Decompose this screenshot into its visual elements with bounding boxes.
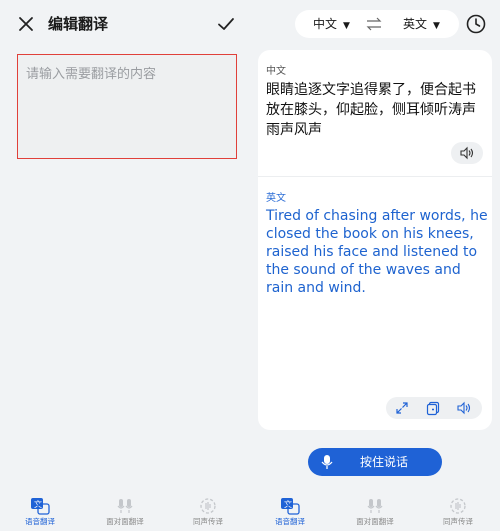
- source-label: 中文: [266, 66, 286, 77]
- source-language-dropdown[interactable]: 中文 ▼: [313, 10, 350, 38]
- voice-translate-icon: 文: [281, 498, 300, 515]
- speaker-icon[interactable]: [456, 400, 472, 416]
- nav-voice-translate[interactable]: 文 语音翻译: [255, 494, 325, 531]
- translation-input[interactable]: [18, 55, 236, 158]
- edit-translation-pane: 编辑翻译 文 语音翻译 面对面翻译: [0, 0, 250, 531]
- face-to-face-icon: [117, 499, 133, 513]
- target-toolbar: [386, 397, 482, 419]
- face-to-face-icon: [367, 499, 383, 513]
- nav-label: 同声传译: [443, 517, 473, 526]
- target-language-dropdown[interactable]: 英文 ▼: [403, 10, 440, 38]
- source-text: 眼睛追逐文字追得累了，便合起书放在膝头，仰起脸，侧耳倾听涛声雨声风声: [266, 82, 476, 138]
- source-language-label: 中文: [313, 17, 338, 31]
- source-speak-button[interactable]: [451, 142, 483, 164]
- confirm-check-icon[interactable]: [214, 12, 238, 36]
- nav-face-to-face[interactable]: 面对面翻译: [340, 494, 410, 531]
- swap-languages-icon[interactable]: [365, 16, 383, 32]
- hold-to-talk-button[interactable]: 按住说话: [308, 448, 442, 476]
- target-text: Tired of chasing after words, he closed …: [266, 208, 488, 296]
- nav-face-to-face[interactable]: 面对面翻译: [90, 494, 160, 531]
- simultaneous-icon: [200, 498, 216, 514]
- nav-label: 同声传译: [193, 517, 223, 526]
- simultaneous-icon: [450, 498, 466, 514]
- nav-simultaneous[interactable]: 同声传译: [173, 494, 243, 531]
- target-language-label: 英文: [403, 17, 428, 31]
- history-icon[interactable]: [464, 12, 488, 36]
- expand-icon[interactable]: [394, 400, 410, 416]
- bottom-nav-right: 文 语音翻译 面对面翻译 同声传译: [250, 494, 500, 531]
- edit-header: 编辑翻译: [0, 0, 250, 48]
- hold-to-talk-label: 按住说话: [360, 455, 409, 469]
- voice-translate-icon: 文: [31, 498, 50, 515]
- nav-label: 面对面翻译: [106, 517, 144, 526]
- translation-result-pane: 中文 ▼ 英文 ▼ 中文 眼睛追逐文字追得累了，便合起书放在膝头，仰起脸，侧耳倾听涛…: [250, 0, 500, 531]
- nav-label: 语音翻译: [25, 517, 55, 526]
- caret-down-icon: ▼: [433, 21, 440, 31]
- microphone-icon: [321, 455, 333, 469]
- nav-simultaneous[interactable]: 同声传译: [423, 494, 493, 531]
- page-title: 编辑翻译: [48, 15, 109, 33]
- close-icon[interactable]: [14, 12, 38, 36]
- nav-label: 语音翻译: [275, 517, 305, 526]
- bottom-nav-left: 文 语音翻译 面对面翻译 同声传译: [0, 494, 250, 531]
- nav-label: 面对面翻译: [356, 517, 394, 526]
- target-label: 英文: [266, 193, 286, 204]
- translation-card: 中文 眼睛追逐文字追得累了，便合起书放在膝头，仰起脸，侧耳倾听涛声雨声风声 英文…: [258, 50, 492, 430]
- caret-down-icon: ▼: [343, 21, 350, 31]
- translation-input-box[interactable]: [17, 54, 237, 159]
- speaker-icon: [460, 146, 474, 160]
- nav-voice-translate[interactable]: 文 语音翻译: [5, 494, 75, 531]
- copy-icon[interactable]: [425, 400, 441, 416]
- divider: [258, 176, 492, 177]
- language-selector: 中文 ▼ 英文 ▼: [295, 10, 459, 38]
